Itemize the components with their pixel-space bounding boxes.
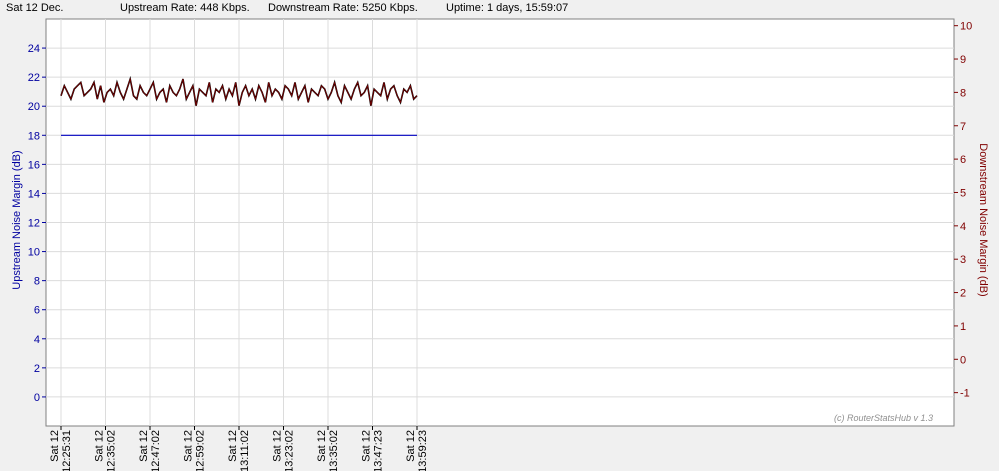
y-left-tick-label: 0 [34, 392, 40, 404]
x-tick-label-day: Sat 12 [138, 430, 150, 462]
watermark: (c) RouterStatsHub v 1.3 [834, 413, 933, 423]
y-left-tick-label: 8 [34, 276, 40, 288]
x-tick-label-time: 13:35:02 [328, 430, 340, 471]
y-left-tick-label: 22 [28, 72, 40, 84]
x-tick-label-time: 12:59:02 [195, 430, 207, 471]
y-right-tick-label: 2 [960, 288, 966, 300]
y-left-tick-label: 20 [28, 101, 40, 113]
x-tick-label-time: 13:23:02 [284, 430, 296, 471]
y-right-tick-label: 1 [960, 321, 966, 333]
y-axis-left-label: Upstream Noise Margin (dB) [11, 150, 23, 289]
y-left-tick-label: 18 [28, 130, 40, 142]
x-tick-label-day: Sat 12 [405, 430, 417, 462]
x-tick-label-day: Sat 12 [183, 430, 195, 462]
x-tick-label-day: Sat 12 [272, 430, 284, 462]
y-left-tick-label: 4 [34, 334, 40, 346]
y-left-tick-label: 14 [28, 188, 40, 200]
noise-margin-chart: 024681012141618202224 -1012345678910 Sat… [11, 18, 989, 471]
y-axis-right: -1 0 1 2 3 4 5 6 7 8 9 10 [954, 21, 972, 400]
x-axis: Sat 12 12:25:31 Sat 12 12:35:02 Sat 12 12:47:… [49, 426, 429, 471]
y-left-tick-label: 12 [28, 218, 40, 230]
x-tick-label-time: 12:47:02 [150, 430, 162, 471]
y-right-tick-label: 10 [960, 21, 972, 33]
y-right-tick-label: 3 [960, 254, 966, 266]
y-left-tick-label: 16 [28, 159, 40, 171]
x-tick-label-day: Sat 12 [94, 430, 106, 462]
y-right-tick-label: -1 [960, 388, 970, 400]
y-right-tick-label: 6 [960, 154, 966, 166]
x-tick-label-day: Sat 12 [316, 430, 328, 462]
y-right-tick-label: 0 [960, 354, 966, 366]
x-tick-label-time: 12:25:31 [61, 430, 73, 471]
y-left-tick-label: 24 [28, 43, 40, 55]
y-right-tick-label: 5 [960, 187, 966, 199]
x-tick-label-time: 13:47:23 [373, 430, 385, 471]
y-left-tick-label: 6 [34, 305, 40, 317]
x-tick-label-time: 12:35:02 [106, 430, 118, 471]
x-tick-label-time: 13:59:23 [417, 430, 429, 471]
y-left-tick-label: 2 [34, 363, 40, 375]
x-tick-label-time: 13:11:02 [239, 430, 251, 471]
y-right-tick-label: 9 [960, 54, 966, 66]
y-right-tick-label: 7 [960, 121, 966, 133]
y-right-tick-label: 4 [960, 221, 966, 233]
y-right-tick-label: 8 [960, 87, 966, 99]
y-axis-left: 024681012141618202224 [28, 43, 46, 404]
x-tick-label-day: Sat 12 [361, 430, 373, 462]
y-left-tick-label: 10 [28, 247, 40, 259]
x-tick-label-day: Sat 12 [227, 430, 239, 462]
x-tick-label-day: Sat 12 [49, 430, 61, 462]
y-axis-right-label: Downstream Noise Margin (dB) [977, 143, 989, 296]
